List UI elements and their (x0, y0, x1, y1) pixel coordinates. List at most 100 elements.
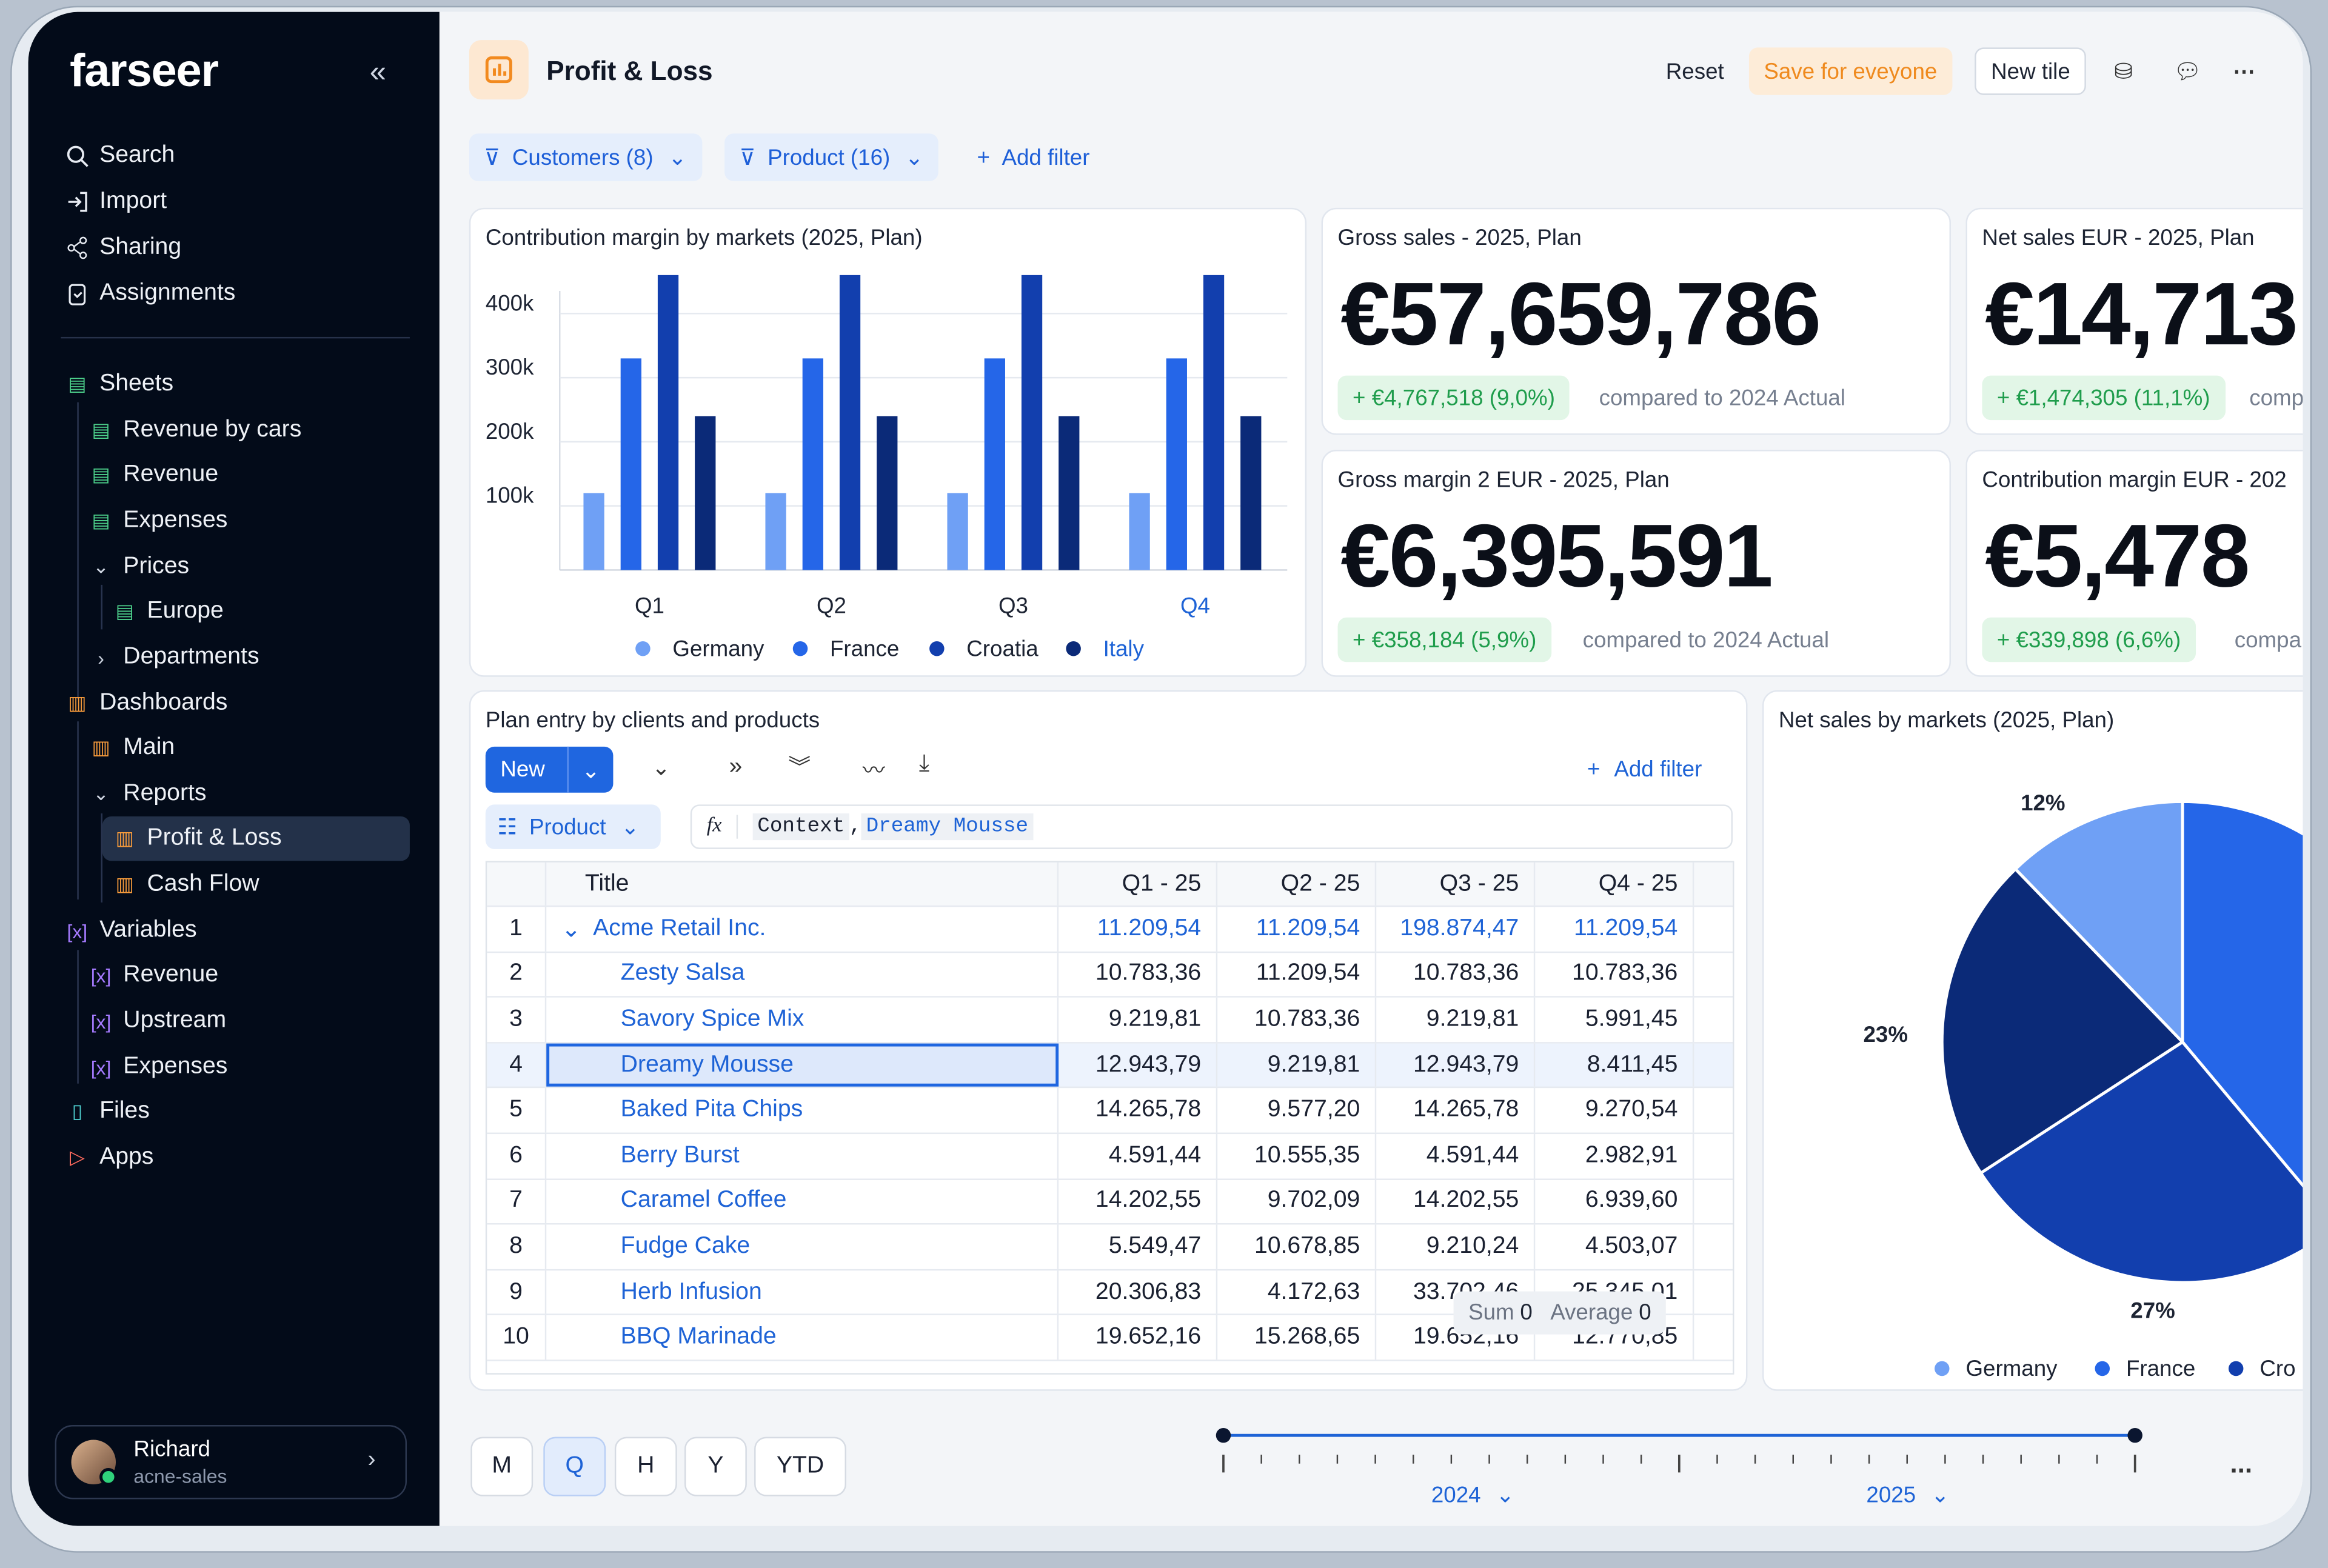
value-cell[interactable]: 14.265,78 (1059, 1089, 1218, 1133)
sidebar-item-expenses[interactable]: ▤ Expenses (87, 502, 227, 541)
sidebar-item-cash-flow[interactable]: ▥ Cash Flow (112, 866, 259, 904)
filter-product[interactable]: ⊽ Product (16) ⌄ (724, 133, 939, 181)
value-cell[interactable]: 19.652,16 (1059, 1315, 1218, 1360)
row-title-cell[interactable]: Zesty Salsa (546, 952, 1059, 996)
column-header[interactable]: Q1 - 25 (1059, 862, 1218, 906)
value-cell[interactable]: 10.783,36 (1535, 952, 1694, 996)
period-ytd-button[interactable]: YTD (754, 1436, 846, 1496)
value-cell[interactable]: 4.503,07 (1535, 1224, 1694, 1269)
table-row[interactable]: 6 Berry Burst 4.591,44 10.555,35 4.591,44 2.9… (487, 1134, 1733, 1179)
save-for-everyone-button[interactable]: Save for eveyone (1748, 47, 1952, 95)
add-filter-button[interactable]: + Add filter (1587, 757, 1702, 782)
trend-icon[interactable]: 〰 (863, 754, 885, 785)
value-cell[interactable]: 12.943,79 (1059, 1043, 1218, 1087)
sidebar-item-sheets[interactable]: ▤ Sheets (64, 365, 173, 404)
table-row[interactable]: 2 Zesty Salsa 10.783,36 11.209,54 10.783,36 1… (487, 952, 1733, 998)
value-cell[interactable]: 10.783,36 (1059, 952, 1218, 996)
value-cell[interactable]: 10.678,85 (1217, 1224, 1377, 1269)
chevron-down-icon[interactable]: ⌄ (652, 754, 671, 781)
value-cell[interactable]: 5.991,45 (1535, 998, 1694, 1042)
value-cell[interactable]: 10.555,35 (1217, 1134, 1377, 1178)
table-row[interactable]: 7 Caramel Coffee 14.202,55 9.702,09 14.202,5… (487, 1179, 1733, 1225)
user-menu[interactable]: Richard acne-sales › (55, 1425, 407, 1500)
table-row[interactable]: 4 Dreamy Mousse 12.943,79 9.219,81 12.943,79… (487, 1043, 1733, 1089)
expand-down-icon[interactable]: ︾ (788, 751, 811, 782)
kpi-card-gross-sales[interactable]: Gross sales - 2025, Plan €57,659,786 + €… (1321, 207, 1951, 435)
sidebar-item-var-upstream[interactable]: [x] Upstream (87, 1002, 226, 1041)
value-cell[interactable]: 15.268,65 (1217, 1315, 1377, 1360)
pie-chart-card[interactable]: Net sales by markets (2025, Plan) 12% 23%… (1762, 690, 2303, 1391)
sidebar-item-variables[interactable]: [x] Variables (64, 912, 197, 950)
nav-sharing[interactable]: Sharing (64, 229, 181, 267)
sidebar-item-europe[interactable]: ▤ Europe (112, 592, 224, 631)
chevron-down-icon[interactable]: ⌄ (567, 746, 614, 793)
bar-chart-card[interactable]: Contribution margin by markets (2025, Pl… (469, 207, 1307, 677)
value-cell[interactable]: 9.219,81 (1059, 998, 1218, 1042)
value-cell[interactable]: 9.219,81 (1376, 998, 1536, 1042)
table-row[interactable]: 3 Savory Spice Mix 9.219,81 10.783,36 9.219,… (487, 998, 1733, 1044)
sidebar-item-profit-loss[interactable]: ▥ Profit & Loss (102, 816, 410, 861)
expand-all-icon[interactable]: » (729, 754, 742, 781)
value-cell[interactable]: 12.943,79 (1376, 1043, 1536, 1087)
sidebar-item-reports[interactable]: ⌄ Reports (87, 775, 206, 813)
sidebar-item-prices[interactable]: ⌄ Prices (87, 548, 189, 587)
value-cell[interactable]: 11.209,54 (1059, 907, 1218, 951)
sidebar-item-apps[interactable]: ▷ Apps (64, 1138, 153, 1177)
value-cell[interactable]: 4.591,44 (1059, 1134, 1218, 1178)
row-title-cell[interactable]: BBQ Marinade (546, 1315, 1059, 1360)
value-cell[interactable]: 9.577,20 (1217, 1089, 1377, 1133)
nav-search[interactable]: Search (64, 136, 175, 175)
value-cell[interactable]: 198.874,47 (1376, 907, 1536, 951)
period-month-button[interactable]: M (470, 1436, 534, 1496)
value-cell[interactable]: 8.411,45 (1535, 1043, 1694, 1087)
more-icon[interactable]: ... (2230, 1449, 2252, 1480)
table-row[interactable]: 8 Fudge Cake 5.549,47 10.678,85 9.210,24 4.50… (487, 1224, 1733, 1270)
nav-import[interactable]: Import (64, 182, 167, 221)
sidebar-item-var-expenses[interactable]: [x] Expenses (87, 1048, 228, 1087)
table-row[interactable]: 5 Baked Pita Chips 14.265,78 9.577,20 14.265… (487, 1089, 1733, 1134)
product-dimension-select[interactable]: ☷ Product ⌄ (485, 804, 661, 849)
row-title-cell[interactable]: Berry Burst (546, 1134, 1059, 1178)
row-title-cell[interactable]: ⌄ Acme Retail Inc. (546, 907, 1059, 951)
comment-icon[interactable]: 💬︎ (2159, 47, 2217, 95)
value-cell[interactable]: 10.783,36 (1217, 998, 1377, 1042)
add-filter-button[interactable]: + Add filter (962, 133, 1105, 181)
value-cell[interactable]: 6.939,60 (1535, 1179, 1694, 1224)
period-year-button[interactable]: Y (684, 1436, 747, 1496)
value-cell[interactable]: 11.209,54 (1535, 907, 1694, 951)
timeline-slider[interactable] (1211, 1422, 2161, 1481)
value-cell[interactable]: 9.219,81 (1217, 1043, 1377, 1087)
filter-customers[interactable]: ⊽ Customers (8) ⌄ (469, 133, 702, 181)
period-half-button[interactable]: H (614, 1436, 677, 1496)
new-tile-button[interactable]: New tile (1975, 47, 2087, 95)
column-header[interactable]: Q4 - 25 (1535, 862, 1694, 906)
row-title-cell[interactable]: Dreamy Mousse (546, 1043, 1059, 1087)
value-cell[interactable]: 14.265,78 (1376, 1089, 1536, 1133)
nav-assignments[interactable]: Assignments (64, 275, 235, 313)
chevron-down-icon[interactable]: ⌄ (561, 914, 581, 944)
kpi-card-net-sales[interactable]: Net sales EUR - 2025, Plan €14,713 + €1,… (1965, 207, 2303, 435)
value-cell[interactable]: 2.982,91 (1535, 1134, 1694, 1178)
value-cell[interactable]: 11.209,54 (1217, 907, 1377, 951)
row-title-cell[interactable]: Caramel Coffee (546, 1179, 1059, 1224)
value-cell[interactable]: 10.783,36 (1376, 952, 1536, 996)
year-2025-select[interactable]: 2025 ⌄ (1866, 1481, 1949, 1509)
sidebar-item-revenue[interactable]: ▤ Revenue (87, 456, 218, 495)
more-icon[interactable]: ⋯ (2218, 47, 2270, 95)
table-row[interactable]: 1 ⌄ Acme Retail Inc. 11.209,54 11.209,54 198… (487, 907, 1733, 953)
download-icon[interactable]: ⤓ (919, 751, 929, 778)
row-title-cell[interactable]: Savory Spice Mix (546, 998, 1059, 1042)
sidebar-item-files[interactable]: ▯ Files (64, 1092, 150, 1131)
year-2024-select[interactable]: 2024 ⌄ (1431, 1481, 1514, 1509)
value-cell[interactable]: 4.591,44 (1376, 1134, 1536, 1178)
column-header[interactable]: Title (546, 862, 1059, 906)
row-title-cell[interactable]: Baked Pita Chips (546, 1089, 1059, 1133)
row-title-cell[interactable]: Fudge Cake (546, 1224, 1059, 1269)
sidebar-item-main[interactable]: ▥ Main (87, 729, 175, 767)
value-cell[interactable]: 5.549,47 (1059, 1224, 1218, 1269)
value-cell[interactable]: 14.202,55 (1376, 1179, 1536, 1224)
chevrons-left-icon[interactable]: « (370, 56, 386, 90)
value-cell[interactable]: 9.210,24 (1376, 1224, 1536, 1269)
period-quarter-button[interactable]: Q (543, 1436, 606, 1496)
kpi-card-gross-margin[interactable]: Gross margin 2 EUR - 2025, Plan €6,395,5… (1321, 450, 1951, 677)
